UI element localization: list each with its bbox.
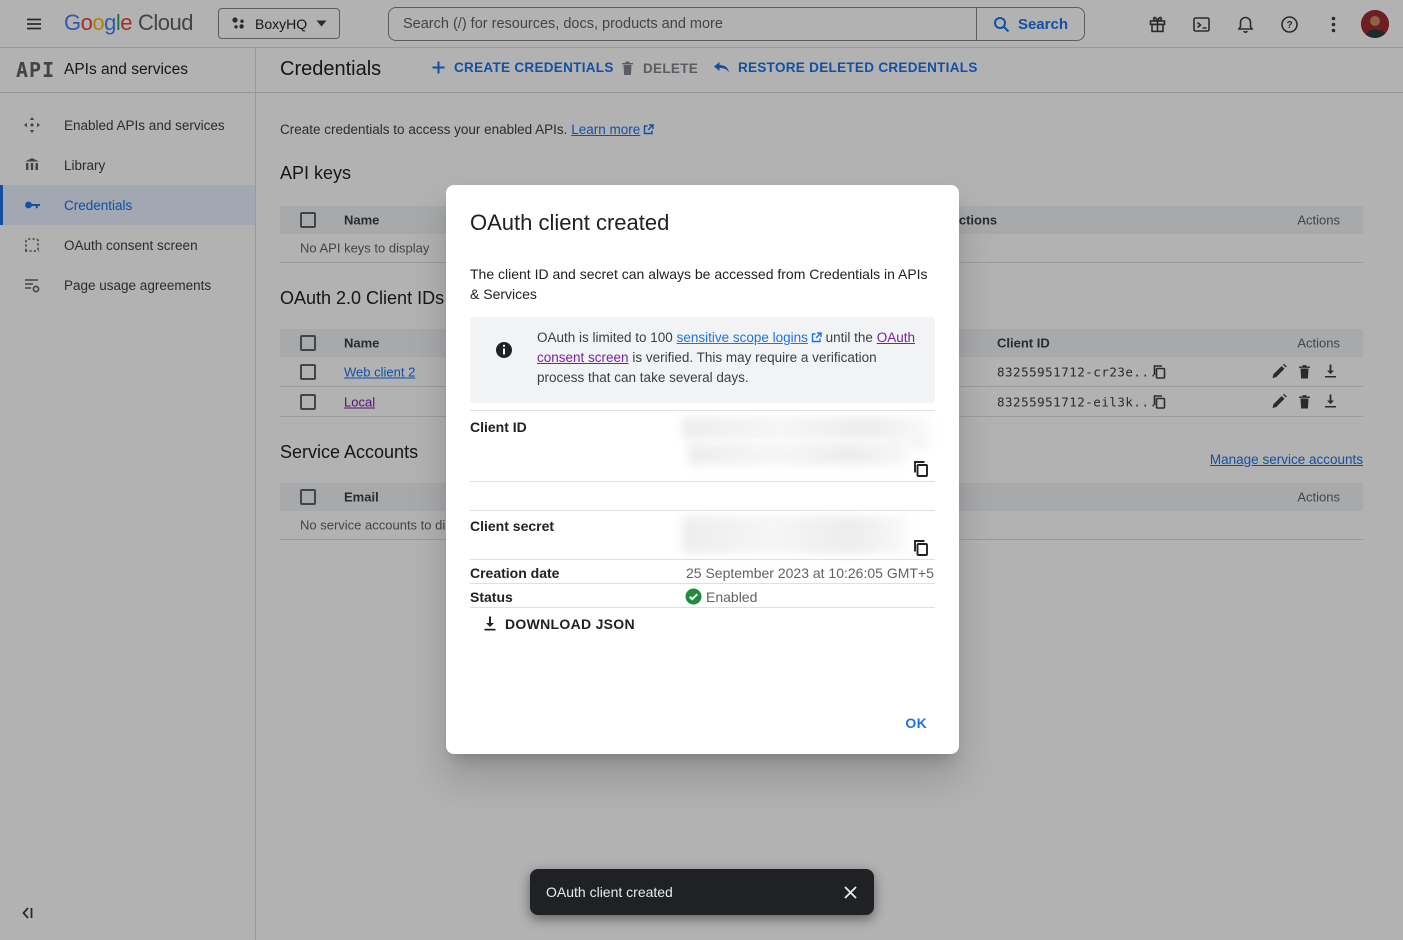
toast-message: OAuth client created	[546, 884, 838, 900]
download-json-label: DOWNLOAD JSON	[505, 616, 635, 632]
divider	[470, 410, 935, 411]
redacted-client-secret	[682, 516, 908, 554]
ok-button[interactable]: OK	[897, 709, 935, 737]
divider	[470, 481, 935, 482]
dialog-title: OAuth client created	[470, 210, 669, 236]
divider	[470, 510, 935, 511]
close-icon[interactable]	[838, 880, 862, 904]
redacted-client-id	[888, 437, 932, 450]
verification-notice: OAuth is limited to 100 sensitive scope …	[470, 317, 935, 403]
check-circle-icon	[685, 588, 702, 605]
creation-date-label: Creation date	[470, 565, 559, 581]
sensitive-scope-logins-link[interactable]: sensitive scope logins	[677, 330, 808, 345]
external-link-icon	[811, 332, 822, 343]
divider	[470, 559, 935, 560]
copy-client-id-icon[interactable]	[912, 460, 930, 478]
info-icon	[495, 341, 513, 359]
snackbar-toast: OAuth client created	[530, 869, 874, 915]
download-icon	[482, 615, 498, 632]
status-label: Status	[470, 589, 513, 605]
divider	[470, 607, 935, 608]
redacted-client-id	[688, 443, 910, 465]
copy-client-secret-icon[interactable]	[912, 539, 930, 557]
dialog-body-text: The client ID and secret can always be a…	[470, 264, 930, 304]
download-json-button[interactable]: DOWNLOAD JSON	[482, 615, 635, 632]
client-secret-label: Client secret	[470, 518, 554, 534]
notice-pre: OAuth is limited to 100	[537, 330, 677, 345]
client-id-label: Client ID	[470, 419, 527, 435]
creation-date-value: 25 September 2023 at 10:26:05 GMT+5	[686, 565, 934, 581]
redacted-client-id	[682, 417, 930, 439]
status-value: Enabled	[706, 589, 757, 605]
divider	[470, 583, 935, 584]
oauth-client-created-dialog: OAuth client created The client ID and s…	[446, 185, 959, 754]
notice-text: OAuth is limited to 100 sensitive scope …	[537, 328, 915, 388]
notice-mid: until the	[822, 330, 877, 345]
google-cloud-console: Google Cloud BoxyHQ Search	[0, 0, 1403, 940]
